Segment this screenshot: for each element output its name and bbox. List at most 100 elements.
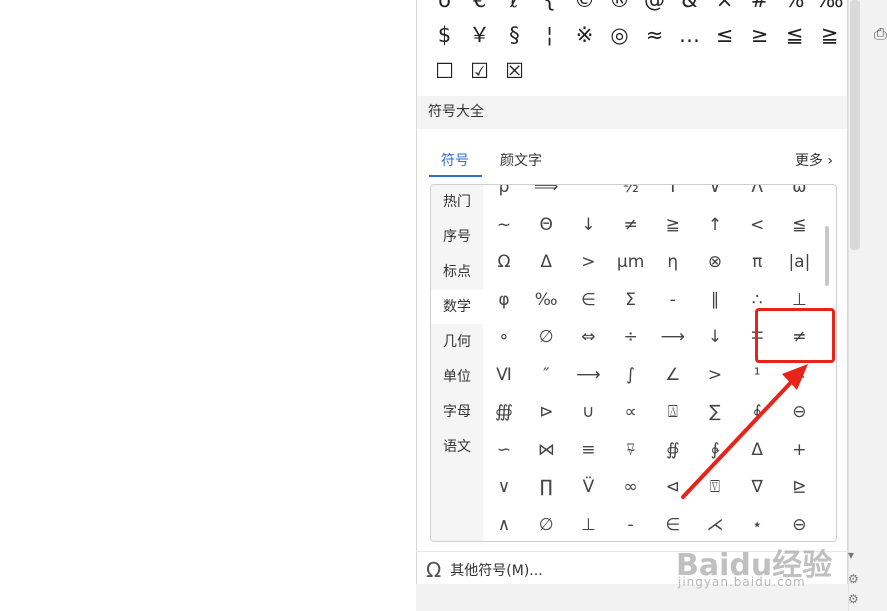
quick-symbol[interactable]: ¦ bbox=[532, 18, 567, 52]
quick-symbol[interactable]: { bbox=[532, 0, 567, 17]
quick-symbol[interactable]: ö bbox=[427, 0, 462, 17]
symbol-cell[interactable]: ∏ bbox=[525, 469, 567, 505]
quick-symbol[interactable]: & bbox=[672, 0, 707, 17]
symbol-cell[interactable]: ∪ bbox=[567, 394, 609, 430]
symbol-cell[interactable]: ρ bbox=[483, 185, 525, 205]
symbol-cell[interactable]: ⍍ bbox=[652, 394, 694, 430]
quick-symbol[interactable]: ≧ bbox=[812, 18, 847, 52]
symbol-cell[interactable]: ⟹ bbox=[525, 185, 567, 205]
symbol-cell[interactable]: ↓ bbox=[567, 207, 609, 243]
symbol-cell[interactable]: ∥ bbox=[694, 282, 736, 318]
symbol-cell[interactable]: ⊖ bbox=[778, 507, 820, 542]
quick-symbol[interactable]: ℓ bbox=[497, 0, 532, 17]
symbol-cell[interactable]: ↑ bbox=[694, 207, 736, 243]
quick-symbol[interactable]: ￥ bbox=[462, 18, 497, 52]
symbol-cell[interactable]: - bbox=[610, 507, 652, 542]
other-symbols-link[interactable]: Ω 其他符号(M)... bbox=[426, 558, 543, 582]
symbol-cell[interactable]: ⊲ bbox=[652, 469, 694, 505]
symbol-cell[interactable]: ≡ bbox=[567, 432, 609, 468]
scrollbar-thumb[interactable] bbox=[850, 0, 860, 250]
symbol-cell[interactable]: ⊥ bbox=[567, 507, 609, 542]
symbol-cell[interactable]: ⟶ bbox=[567, 357, 609, 393]
category-item[interactable]: 单位 bbox=[431, 360, 483, 394]
category-item[interactable]: 语文 bbox=[431, 430, 483, 464]
quick-symbol[interactable]: ☒ bbox=[497, 54, 532, 88]
symbol-cell[interactable]: ∅ bbox=[525, 507, 567, 542]
symbol-cell[interactable]: Ⅵ bbox=[483, 357, 525, 393]
symbol-cell[interactable]: ∰ bbox=[483, 394, 525, 430]
category-item[interactable]: 几何 bbox=[431, 325, 483, 359]
symbol-cell[interactable]: Δ bbox=[525, 244, 567, 280]
symbol-cell[interactable]: ⋈ bbox=[525, 432, 567, 468]
symbol-cell[interactable]: ∘ bbox=[483, 319, 525, 355]
symbol-cell[interactable]: > bbox=[694, 357, 736, 393]
symbol-cell[interactable]: ⊵ bbox=[778, 469, 820, 505]
zoom-icon[interactable]: ⚙ bbox=[848, 592, 859, 606]
scroll-down-icon[interactable]: ▾ bbox=[848, 548, 854, 562]
tab-kaomoji[interactable]: 颜文字 bbox=[500, 150, 542, 170]
symbol-cell[interactable]: η bbox=[652, 244, 694, 280]
category-item[interactable]: 字母 bbox=[431, 395, 483, 429]
symbol-cell[interactable]: ⊥ bbox=[778, 282, 820, 318]
symbol-cell[interactable]: ∨ bbox=[694, 185, 736, 205]
quick-symbol[interactable]: $ bbox=[427, 18, 462, 52]
symbol-cell[interactable]: ∠ bbox=[652, 357, 694, 393]
symbol-cell[interactable]: ∫ bbox=[610, 357, 652, 393]
symbol-cell[interactable]: Σ bbox=[610, 282, 652, 318]
quick-symbol[interactable]: # bbox=[742, 0, 777, 17]
quick-symbol[interactable]: @ bbox=[637, 0, 672, 17]
symbol-cell[interactable]: ∑ bbox=[694, 394, 736, 430]
quick-symbol[interactable]: ≥ bbox=[742, 18, 777, 52]
symbol-cell[interactable]: π bbox=[736, 244, 778, 280]
symbol-cell[interactable]: Δ bbox=[736, 432, 778, 468]
quick-symbol[interactable]: § bbox=[497, 18, 532, 52]
symbol-cell[interactable]: ≠ bbox=[778, 319, 820, 355]
symbol-cell[interactable]: ≦ bbox=[778, 207, 820, 243]
symbol-cell[interactable]: ⊖ bbox=[778, 394, 820, 430]
symbol-cell[interactable]: ÷ bbox=[610, 319, 652, 355]
symbol-cell[interactable]: > bbox=[567, 244, 609, 280]
symbol-cell[interactable]: ⋌ bbox=[694, 507, 736, 542]
symbol-cell[interactable]: ≧ bbox=[652, 207, 694, 243]
more-button[interactable]: 更多 › bbox=[795, 150, 833, 170]
symbol-cell[interactable]: ∨ bbox=[483, 469, 525, 505]
tab-symbols[interactable]: 符号 bbox=[441, 150, 469, 170]
quick-symbol[interactable]: ◎ bbox=[602, 18, 637, 52]
symbol-cell[interactable]: < bbox=[736, 207, 778, 243]
symbol-cell[interactable]: ⋆ bbox=[736, 507, 778, 542]
symbol-cell[interactable]: ω bbox=[778, 185, 820, 205]
symbol-cell[interactable]: ∝ bbox=[610, 394, 652, 430]
symbol-cell[interactable]: ″ bbox=[525, 357, 567, 393]
symbol-cell[interactable]: ⍔ bbox=[694, 469, 736, 505]
symbol-cell[interactable]: ≠ bbox=[610, 207, 652, 243]
symbol-cell[interactable]: |a| bbox=[778, 244, 820, 280]
symbol-grid-scrollbar[interactable] bbox=[825, 226, 829, 286]
symbol-cell[interactable]: ⟶ bbox=[652, 319, 694, 355]
symbol-cell[interactable]: ∯ bbox=[652, 432, 694, 468]
symbol-cell[interactable]: ⍫ bbox=[610, 432, 652, 468]
quick-symbol[interactable]: × bbox=[707, 0, 742, 17]
symbol-cell[interactable]: φ bbox=[483, 282, 525, 318]
category-item[interactable]: 热门 bbox=[431, 185, 483, 219]
symbol-cell[interactable]: ⊳ bbox=[525, 394, 567, 430]
symbol-cell[interactable]: Ω bbox=[483, 244, 525, 280]
quick-symbol[interactable]: € bbox=[462, 0, 497, 17]
symbol-cell[interactable]: ∗ bbox=[778, 357, 820, 393]
symbol-cell[interactable]: V̈ bbox=[567, 469, 609, 505]
symbol-cell[interactable]: μm bbox=[610, 244, 652, 280]
symbol-cell[interactable]: Θ bbox=[525, 207, 567, 243]
symbol-cell[interactable]: ∧ bbox=[483, 507, 525, 542]
symbol-cell[interactable]: ↓ bbox=[694, 319, 736, 355]
quick-symbol[interactable]: ≦ bbox=[777, 18, 812, 52]
category-item[interactable]: 序号 bbox=[431, 220, 483, 254]
quick-symbol[interactable]: ※ bbox=[567, 18, 602, 52]
symbol-cell[interactable]: ∇ bbox=[736, 469, 778, 505]
symbol-cell[interactable]: + bbox=[778, 432, 820, 468]
quick-symbol[interactable]: ≈ bbox=[637, 18, 672, 52]
symbol-cell[interactable]: ∽ bbox=[483, 432, 525, 468]
quick-symbol[interactable]: ☐ bbox=[427, 54, 462, 88]
symbol-cell[interactable]: ∈ bbox=[567, 282, 609, 318]
symbol-cell[interactable]: Λ bbox=[736, 185, 778, 205]
category-item[interactable]: 标点 bbox=[431, 255, 483, 289]
quick-symbol[interactable]: ☑ bbox=[462, 54, 497, 88]
